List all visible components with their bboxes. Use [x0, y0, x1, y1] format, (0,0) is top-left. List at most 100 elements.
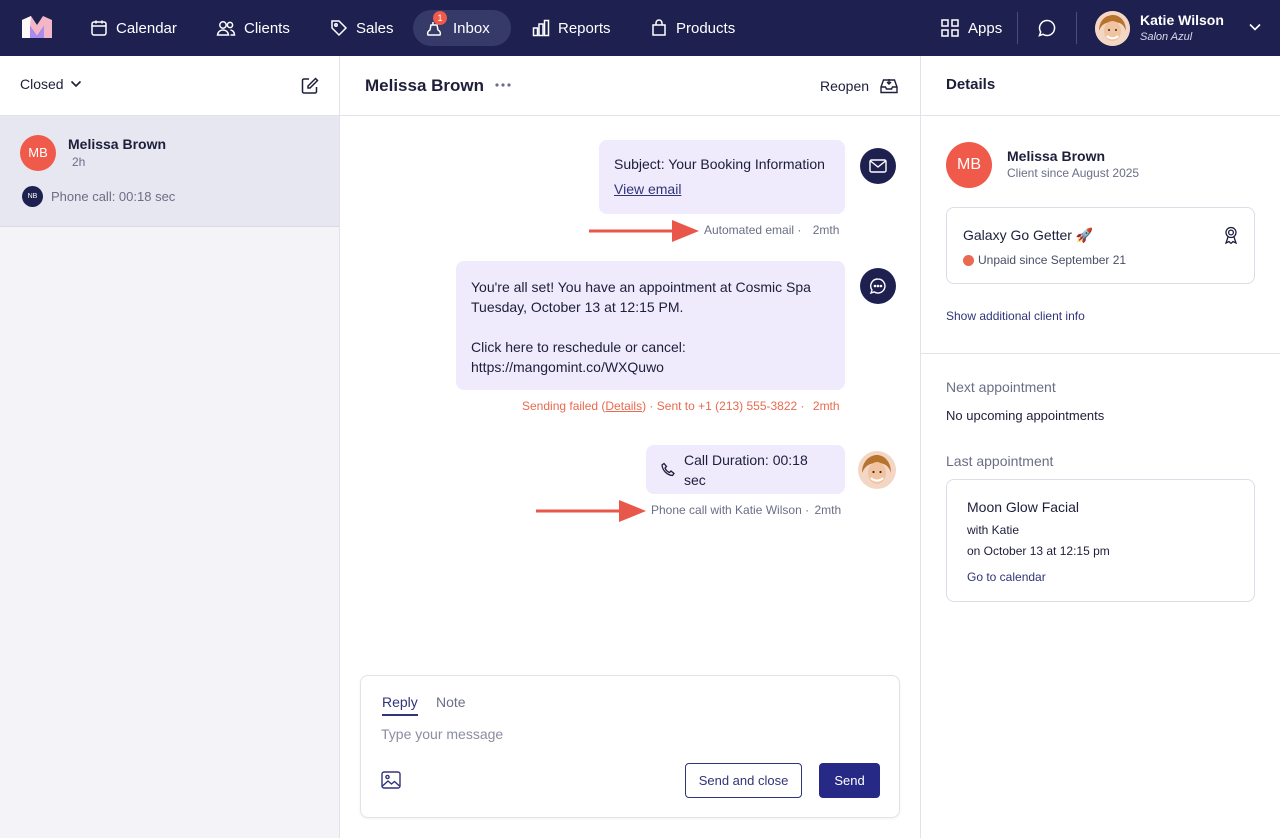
nav-reports[interactable]: Reports — [520, 10, 623, 46]
call-duration: Call Duration: 00:18 sec — [684, 451, 808, 488]
nav-inbox-label: Inbox — [453, 19, 490, 37]
send-button[interactable]: Send — [819, 763, 880, 798]
send-failed-label: Sending failed ( — [522, 399, 606, 413]
status-filter-dropdown[interactable]: Closed — [20, 76, 82, 92]
shopping-bag-icon — [650, 19, 668, 37]
conversation-header: Melissa Brown Reopen — [340, 56, 920, 116]
clients-icon — [216, 19, 236, 37]
staff-avatar: NB — [22, 186, 43, 207]
membership-card[interactable]: Galaxy Go Getter 🚀 Unpaid since Septembe… — [946, 207, 1255, 284]
conversation-list-header: Closed — [0, 56, 339, 116]
nav-calendar[interactable]: Calendar — [78, 10, 189, 46]
image-attach-icon[interactable] — [381, 771, 401, 789]
email-icon — [860, 148, 896, 184]
sms-chat-icon — [860, 268, 896, 304]
last-appointment-label: Last appointment — [946, 453, 1054, 469]
conversation-time: 2h — [72, 155, 86, 169]
client-avatar: MB — [946, 142, 992, 188]
appointment-service: Moon Glow Facial — [967, 499, 1080, 515]
sms-link-text: https://mangomint.co/WXQuwo — [471, 359, 664, 375]
meta-time: 2mth — [812, 223, 840, 237]
bar-chart-icon — [532, 19, 550, 37]
sms-line: Tuesday, October 13 at 12:15 PM. — [471, 299, 684, 315]
meta-separator: · — [797, 223, 802, 237]
sms-meta: Sending failed (Details) · Sent to +1 (2… — [522, 399, 840, 413]
meta-separator: · — [649, 399, 654, 413]
status-filter-label: Closed — [20, 76, 64, 92]
message-input[interactable] — [381, 726, 861, 742]
nav-products[interactable]: Products — [638, 10, 747, 46]
tag-icon — [330, 19, 348, 37]
email-message-bubble: Subject: Your Booking Information View e… — [599, 140, 845, 214]
user-salon: Salon Azul — [1140, 31, 1193, 43]
nav-sales[interactable]: Sales — [318, 10, 406, 46]
send-and-close-button[interactable]: Send and close — [685, 763, 802, 798]
chat-bubble-icon[interactable] — [1037, 18, 1057, 38]
conversation-panel: Melissa Brown Reopen Subject: Your Booki… — [340, 56, 921, 838]
email-subject: Subject: Your Booking Information — [614, 156, 825, 172]
inbox-icon: 1 — [425, 11, 447, 37]
phone-icon — [661, 462, 676, 477]
more-options-icon[interactable] — [495, 83, 511, 87]
show-additional-info-link[interactable]: Show additional client info — [946, 309, 1085, 323]
appointment-staff: with Katie — [967, 523, 1020, 537]
meta-time: 2mth — [812, 399, 840, 413]
failure-details-link[interactable]: Details — [605, 399, 642, 413]
membership-name: Galaxy Go Getter 🚀 — [963, 227, 1094, 243]
client-name[interactable]: Melissa Brown — [1007, 148, 1105, 164]
details-panel: Details MB Melissa Brown Client since Au… — [921, 56, 1280, 838]
membership-status: Unpaid since September 21 — [978, 253, 1127, 267]
meta-time: 2mth — [814, 503, 842, 517]
nav-products-label: Products — [676, 19, 736, 37]
conversation-item[interactable]: MB Melissa Brown 2h NB Phone call: 00:18… — [0, 116, 339, 227]
user-name[interactable]: Katie Wilson — [1140, 12, 1224, 28]
client-avatar: MB — [20, 135, 56, 171]
nav-inbox[interactable]: 1 Inbox — [413, 10, 511, 46]
client-since: Client since August 2025 — [1007, 166, 1140, 180]
nav-apps[interactable]: Apps — [928, 10, 1014, 46]
tab-note[interactable]: Note — [436, 694, 466, 710]
conversation-title: Melissa Brown — [365, 76, 485, 95]
annotation-arrow — [535, 499, 647, 523]
meta-separator: · — [800, 399, 805, 413]
conversation-list-panel: Closed MB Melissa Brown 2h NB Phone call… — [0, 56, 340, 838]
nav-clients[interactable]: Clients — [204, 10, 302, 46]
last-appointment-card: Moon Glow Facial with Katie on October 1… — [946, 479, 1255, 602]
divider — [921, 353, 1280, 354]
reopen-label: Reopen — [820, 78, 870, 94]
meta-separator: · — [805, 503, 810, 517]
call-message-bubble: Call Duration: 00:18 sec — [646, 445, 845, 494]
details-header: Details — [921, 56, 1280, 116]
reopen-button[interactable]: Reopen — [820, 77, 899, 95]
meta-label: Automated email — [704, 223, 795, 237]
paren-close: ) — [642, 399, 647, 413]
conversation-preview: Phone call: 00:18 sec — [51, 189, 176, 204]
inbox-badge: 1 — [433, 11, 447, 25]
calendar-icon — [90, 19, 108, 37]
award-ribbon-icon — [1223, 226, 1239, 244]
compose-icon[interactable] — [300, 76, 320, 96]
top-nav-bar: Calendar Clients Sales 1 Inbox Reports P… — [0, 0, 1280, 56]
nav-divider — [1076, 12, 1077, 44]
sms-message-bubble: You're all set! You have an appointment … — [456, 261, 845, 390]
sms-line: You're all set! You have an appointment … — [471, 279, 811, 295]
sms-line: Click here to reschedule or cancel: — [471, 339, 686, 355]
nav-divider — [1017, 12, 1018, 44]
view-email-link[interactable]: View email — [614, 179, 830, 199]
next-appointment-label: Next appointment — [946, 379, 1056, 395]
sent-to-label: Sent to +1 (213) 555-3822 — [656, 399, 798, 413]
annotation-arrow — [588, 219, 700, 243]
mangomint-logo-icon[interactable] — [22, 16, 52, 38]
nav-clients-label: Clients — [244, 19, 290, 37]
user-avatar[interactable] — [1095, 11, 1130, 46]
chevron-down-icon[interactable] — [1248, 22, 1262, 32]
nav-calendar-label: Calendar — [116, 19, 177, 37]
nav-reports-label: Reports — [558, 19, 611, 37]
go-to-calendar-link[interactable]: Go to calendar — [967, 570, 1046, 584]
chevron-down-icon — [70, 80, 82, 88]
staff-photo-avatar — [858, 451, 896, 489]
inbox-tray-icon — [879, 77, 899, 95]
apps-grid-icon — [940, 18, 960, 38]
tab-reply[interactable]: Reply — [382, 694, 418, 716]
message-composer: Reply Note Send and close Send — [360, 675, 900, 818]
